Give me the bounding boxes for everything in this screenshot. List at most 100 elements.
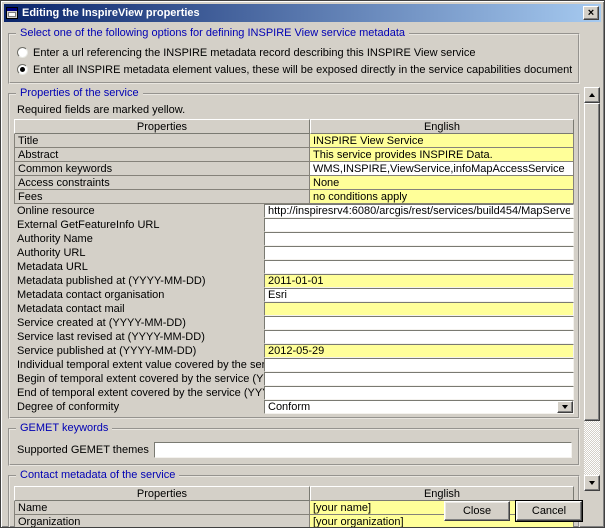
properties-table: PropertiesEnglishTitleAbstractCommon key… [14, 119, 574, 414]
property-row-label: Abstract [15, 148, 310, 161]
gemet-themes-label: Supported GEMET themes [17, 444, 149, 456]
down-arrow-icon [589, 481, 595, 485]
scrollbar-down-button[interactable] [584, 475, 600, 491]
property-row: End of temporal extent covered by the se… [14, 386, 574, 400]
property-row: Common keywords [14, 162, 574, 176]
property-row-label: Degree of conformity [14, 400, 264, 414]
down-arrow-icon [562, 405, 568, 409]
property-dropdown[interactable]: Conform [264, 400, 574, 414]
property-row: Fees [14, 190, 574, 204]
app-icon [6, 7, 18, 19]
property-row-label: Authority Name [14, 232, 264, 246]
button-row: Close Cancel [444, 501, 582, 521]
property-row-label: Service published at (YYYY-MM-DD) [14, 344, 264, 358]
property-row: Access constraints [14, 176, 574, 190]
property-row: Service last revised at (YYYY-MM-DD) [14, 330, 574, 344]
options-group-title: Select one of the following options for … [16, 27, 409, 40]
titlebar[interactable]: Editing the InspireView properties × [4, 4, 601, 22]
property-row-label: Individual temporal extent value covered… [14, 358, 264, 372]
property-value-input[interactable] [264, 218, 574, 232]
radio-dot [20, 67, 25, 72]
chevron-down-icon[interactable] [557, 401, 573, 413]
scrollbar-up-button[interactable] [584, 87, 600, 103]
property-row: Service published at (YYYY-MM-DD) [14, 344, 574, 358]
column-header-english: English [310, 119, 574, 134]
property-row: Degree of conformityConform [14, 400, 574, 414]
property-row: External GetFeatureInfo URL [14, 218, 574, 232]
close-button[interactable]: Close [444, 501, 510, 521]
scrollbar-thumb[interactable] [584, 103, 600, 421]
property-row-label: Service created at (YYYY-MM-DD) [14, 316, 264, 330]
gemet-group-title: GEMET keywords [16, 422, 112, 435]
property-row-label: Begin of temporal extent covered by the … [14, 372, 264, 386]
property-row: Abstract [14, 148, 574, 162]
property-header-row: PropertiesEnglish [14, 119, 574, 134]
property-row-label: Service last revised at (YYYY-MM-DD) [14, 330, 264, 344]
gemet-group: GEMET keywords Supported GEMET themes [8, 428, 580, 466]
property-value-input[interactable] [264, 288, 574, 302]
property-row: Metadata published at (YYYY-MM-DD) [14, 274, 574, 288]
property-value-input[interactable] [264, 246, 574, 260]
property-row-label: Access constraints [15, 176, 310, 189]
property-row: Individual temporal extent value covered… [14, 358, 574, 372]
property-value-input[interactable] [264, 372, 574, 386]
property-row-label: External GetFeatureInfo URL [14, 218, 264, 232]
property-value-input[interactable] [310, 190, 573, 203]
property-row: Metadata contact mail [14, 302, 574, 316]
property-row: Metadata URL [14, 260, 574, 274]
property-value-input[interactable] [310, 162, 573, 175]
property-value-input[interactable] [264, 232, 574, 246]
gemet-themes-input[interactable] [154, 442, 572, 458]
property-row: Online resource [14, 204, 574, 218]
property-value-input[interactable] [264, 274, 574, 288]
radio-option-label: Enter all INSPIRE metadata element value… [33, 64, 572, 76]
property-value-input[interactable] [264, 358, 574, 372]
property-value-input[interactable] [264, 330, 574, 344]
radio-button[interactable] [17, 47, 28, 58]
property-row: Service created at (YYYY-MM-DD) [14, 316, 574, 330]
column-header-properties: Properties [14, 119, 310, 134]
property-row: Metadata contact organisation [14, 288, 574, 302]
property-value-input[interactable] [264, 204, 574, 218]
property-row-label: Common keywords [15, 162, 310, 175]
property-value-input[interactable] [264, 302, 574, 316]
contact-group-title: Contact metadata of the service [16, 469, 179, 482]
properties-dialog: Editing the InspireView properties × Sel… [0, 0, 605, 528]
property-row-label: Online resource [14, 204, 264, 218]
up-arrow-icon [589, 93, 595, 97]
close-icon[interactable]: × [583, 6, 599, 20]
properties-group: Properties of the service Required field… [8, 93, 580, 419]
property-row: Authority URL [14, 246, 574, 260]
property-value-input[interactable] [264, 260, 574, 274]
properties-group-title: Properties of the service [16, 87, 143, 100]
property-row-label: Metadata contact organisation [14, 288, 264, 302]
gemet-row: Supported GEMET themes [17, 441, 572, 458]
property-value-input[interactable] [310, 176, 573, 189]
property-row-label: Authority URL [14, 246, 264, 260]
contact-row-label: Organization [15, 515, 310, 528]
options-list: Enter a url referencing the INSPIRE meta… [14, 45, 574, 77]
property-value-input[interactable] [264, 344, 574, 358]
cancel-button[interactable]: Cancel [516, 501, 582, 521]
required-fields-note: Required fields are marked yellow. [17, 104, 574, 116]
contact-row-label: Name [15, 501, 310, 514]
column-header-properties: Properties [14, 486, 310, 501]
vertical-scrollbar[interactable] [584, 87, 600, 491]
radio-option[interactable]: Enter all INSPIRE metadata element value… [17, 62, 574, 77]
column-header-english: English [310, 486, 574, 501]
property-row-label: Fees [15, 190, 310, 203]
property-row-label: Metadata URL [14, 260, 264, 274]
property-value-input[interactable] [264, 386, 574, 400]
radio-option-label: Enter a url referencing the INSPIRE meta… [33, 47, 475, 59]
radio-option[interactable]: Enter a url referencing the INSPIRE meta… [17, 45, 574, 60]
radio-button[interactable] [17, 64, 28, 75]
property-row-label: Metadata published at (YYYY-MM-DD) [14, 274, 264, 288]
property-value-input[interactable] [264, 316, 574, 330]
property-row-label: Title [15, 134, 310, 147]
property-row-label: End of temporal extent covered by the se… [14, 386, 264, 400]
property-value-input[interactable] [310, 148, 573, 161]
property-row: Begin of temporal extent covered by the … [14, 372, 574, 386]
window-title: Editing the InspireView properties [22, 7, 581, 19]
contact-header-row: PropertiesEnglish [14, 486, 574, 501]
property-value-input[interactable] [310, 134, 573, 147]
